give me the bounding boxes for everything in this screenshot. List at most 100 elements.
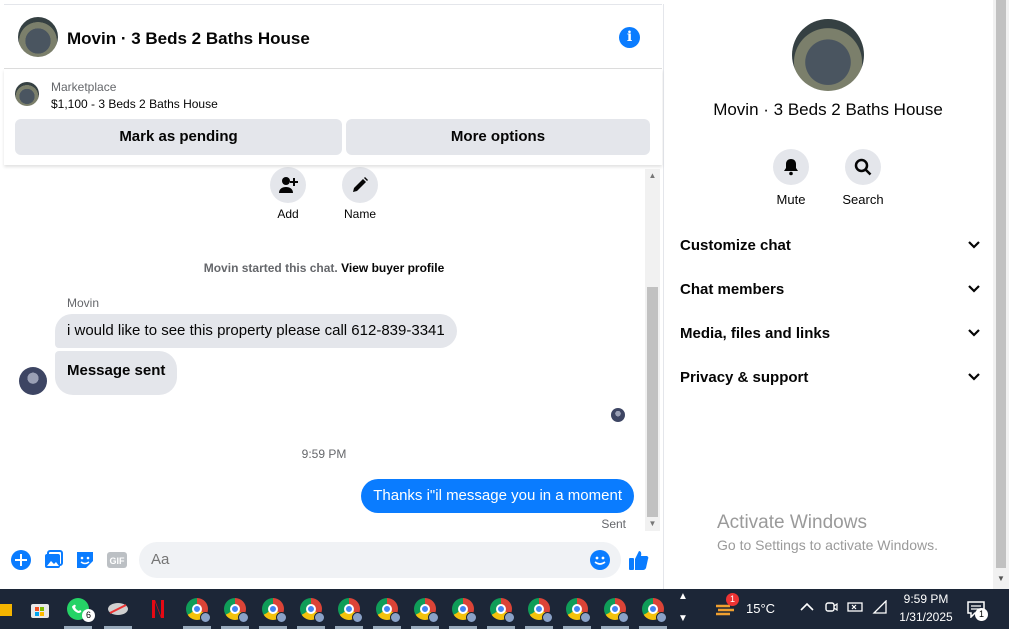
outgoing-message[interactable]: Thanks i"il message you in a moment xyxy=(361,479,634,513)
thumbs-up-icon[interactable] xyxy=(628,549,650,571)
chat-panel: Movin · 3 Beds 2 Baths House i Marketpla… xyxy=(4,4,662,589)
chrome-icon[interactable] xyxy=(299,597,325,623)
gif-icon[interactable]: GIF xyxy=(106,549,128,571)
chrome-icon[interactable] xyxy=(603,597,629,623)
chrome-icon[interactable] xyxy=(527,597,553,623)
sender-avatar[interactable] xyxy=(19,367,47,395)
scrollbar-thumb[interactable] xyxy=(647,287,658,517)
chat-members-row[interactable]: Chat members xyxy=(680,270,980,310)
read-receipt-avatar xyxy=(611,408,625,422)
taskbar-scroll-up-icon[interactable]: ▲ xyxy=(678,591,688,602)
privacy-support-row[interactable]: Privacy & support xyxy=(680,358,980,398)
add-people-button[interactable]: Add xyxy=(270,167,306,221)
message-timestamp: 9:59 PM xyxy=(301,447,347,461)
chrome-icon[interactable] xyxy=(375,597,401,623)
battery-icon[interactable] xyxy=(847,600,865,617)
marketplace-label: Marketplace xyxy=(51,80,117,94)
chrome-icon[interactable] xyxy=(451,597,477,623)
row-label: Media, files and links xyxy=(680,325,831,342)
chrome-icon[interactable] xyxy=(261,597,287,623)
messenger-window: Movin · 3 Beds 2 Baths House i Marketpla… xyxy=(0,0,1009,629)
search-label: Search xyxy=(842,192,884,207)
more-options-button[interactable]: More options xyxy=(346,119,650,155)
chrome-icon[interactable] xyxy=(641,597,667,623)
search-button[interactable]: Search xyxy=(838,149,888,207)
incoming-message[interactable]: Message sent xyxy=(55,351,178,395)
chat-started-text: Movin started this chat. xyxy=(203,261,338,275)
scroll-down-arrow-icon[interactable]: ▼ xyxy=(645,517,660,531)
sent-status: Sent xyxy=(601,517,626,531)
chevron-down-icon xyxy=(968,226,980,266)
photo-icon[interactable] xyxy=(42,549,64,571)
windows-taskbar: 6 ▲ ▼ 1 15°C 9:59 PM 1/31/2025 1 xyxy=(0,589,1009,629)
profile-avatar[interactable] xyxy=(792,19,864,91)
wifi-icon[interactable] xyxy=(872,599,888,617)
row-label: Chat members xyxy=(680,281,785,298)
notifications-badge: 1 xyxy=(975,608,988,621)
chrome-icon[interactable] xyxy=(489,597,515,623)
media-files-links-row[interactable]: Media, files and links xyxy=(680,314,980,354)
row-label: Customize chat xyxy=(680,237,791,254)
row-label: Privacy & support xyxy=(680,369,809,386)
bell-icon xyxy=(773,149,809,185)
sticker-icon[interactable] xyxy=(74,549,96,571)
store-icon[interactable] xyxy=(28,597,52,621)
page-scrollbar-thumb[interactable] xyxy=(996,0,1006,568)
scroll-down-arrow-icon[interactable]: ▼ xyxy=(993,574,1009,583)
mute-button[interactable]: Mute xyxy=(766,149,816,207)
file-explorer-icon[interactable] xyxy=(0,597,16,621)
chrome-icon[interactable] xyxy=(337,597,363,623)
chrome-icon[interactable] xyxy=(565,597,591,623)
activate-windows-subtitle: Go to Settings to activate Windows. xyxy=(717,537,938,553)
message-input[interactable] xyxy=(139,542,621,578)
show-hidden-icons-icon[interactable] xyxy=(800,600,814,615)
listing-title[interactable]: $1,100 - 3 Beds 2 Baths House xyxy=(51,97,218,111)
clock-date[interactable]: 1/31/2025 xyxy=(896,610,956,624)
chat-started-notice: Movin started this chat. View buyer prof… xyxy=(4,261,644,275)
name-button[interactable]: Name xyxy=(342,167,378,221)
weather-badge: 1 xyxy=(726,593,739,606)
chevron-down-icon xyxy=(968,314,980,354)
page-scrollbar[interactable]: ▼ xyxy=(993,0,1009,589)
activate-windows-title: Activate Windows xyxy=(717,512,867,533)
temperature[interactable]: 15°C xyxy=(746,601,775,616)
message-composer: GIF xyxy=(4,540,662,582)
chrome-icon[interactable] xyxy=(223,597,249,623)
search-icon xyxy=(845,149,881,185)
plus-icon[interactable] xyxy=(10,549,32,571)
whatsapp-icon[interactable]: 6 xyxy=(66,597,95,622)
chat-avatar[interactable] xyxy=(18,17,58,57)
scroll-up-arrow-icon[interactable]: ▲ xyxy=(645,169,660,183)
notifications-icon[interactable]: 1 xyxy=(966,600,988,621)
chrome-icon[interactable] xyxy=(413,597,439,623)
mute-label: Mute xyxy=(776,192,806,207)
chat-title[interactable]: Movin · 3 Beds 2 Baths House xyxy=(67,29,310,49)
chevron-down-icon xyxy=(968,358,980,398)
customize-chat-row[interactable]: Customize chat xyxy=(680,226,980,266)
whatsapp-badge: 6 xyxy=(82,609,95,622)
meet-icon[interactable] xyxy=(824,600,838,617)
emoji-icon[interactable] xyxy=(589,549,611,571)
messages-scrollbar[interactable]: ▲ ▼ xyxy=(645,169,660,531)
pencil-icon xyxy=(342,167,378,203)
add-label: Add xyxy=(277,207,299,221)
marketplace-banner: Marketplace $1,100 - 3 Beds 2 Baths Hous… xyxy=(4,69,662,165)
listing-thumbnail[interactable] xyxy=(15,82,39,106)
netflix-icon[interactable] xyxy=(146,597,170,621)
chat-header: Movin · 3 Beds 2 Baths House i xyxy=(4,5,662,69)
taskbar-scroll-down-icon[interactable]: ▼ xyxy=(678,613,688,624)
chrome-icon[interactable] xyxy=(185,597,211,623)
message-list: Add Name Movin started this chat. View b… xyxy=(4,165,644,533)
info-icon[interactable]: i xyxy=(619,27,640,48)
view-buyer-profile-link[interactable]: View buyer profile xyxy=(341,261,444,275)
chevron-down-icon xyxy=(968,270,980,310)
clock-time[interactable]: 9:59 PM xyxy=(900,592,952,606)
snip-tool-icon[interactable] xyxy=(106,597,130,621)
gif-label: GIF xyxy=(110,556,126,566)
name-label: Name xyxy=(343,207,376,221)
add-person-icon xyxy=(270,167,306,203)
mark-pending-button[interactable]: Mark as pending xyxy=(15,119,342,155)
incoming-message[interactable]: i would like to see this property please… xyxy=(55,314,457,348)
weather-icon[interactable]: 1 xyxy=(714,593,739,621)
profile-title: Movin · 3 Beds 2 Baths House xyxy=(713,100,943,119)
